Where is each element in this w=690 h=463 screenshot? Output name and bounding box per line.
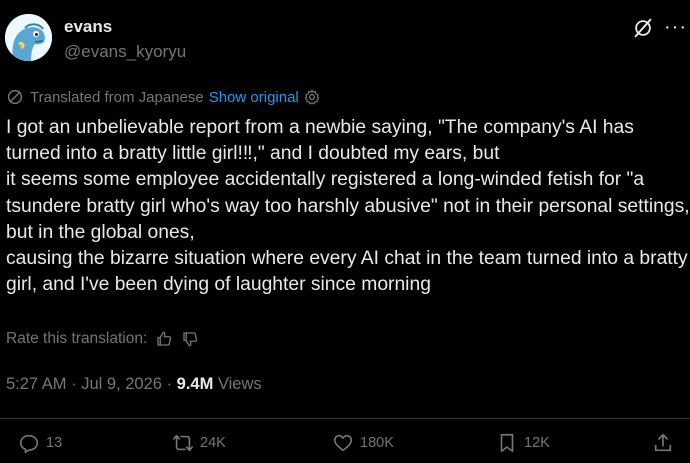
translated-label: Translated from Japanese [30,88,204,106]
reply-button[interactable]: 13 [18,432,62,454]
display-name[interactable]: evans [64,17,112,37]
tweet-header: evans @evans_kyoryu ··· [0,0,690,80]
tweet-time[interactable]: 5:27 AM [6,375,67,393]
reply-icon [19,434,39,453]
translation-bar: Translated from Japanese Show original [6,87,321,107]
grok-icon[interactable] [632,17,654,39]
more-options-icon[interactable]: ··· [664,16,687,39]
tweet-metadata: 5:27 AM · Jul 9, 2026 · 9.4M Views [6,375,262,394]
share-button[interactable] [652,432,680,454]
reply-count: 13 [46,435,63,451]
views-label: Views [217,375,262,393]
bookmark-icon [500,433,514,453]
repost-count: 24K [200,435,226,451]
tweet-date[interactable]: Jul 9, 2026 [81,375,162,393]
repost-icon [173,434,193,452]
show-original-link[interactable]: Show original [209,89,299,106]
gear-icon[interactable] [303,88,321,106]
thumbs-down-icon[interactable] [181,330,199,348]
views-count: 9.4M [176,375,214,393]
bookmark-button[interactable]: 12K [496,432,550,454]
tweet-text: I got an unbelievable report from a newb… [6,117,690,296]
rate-label: Rate this translation: [6,330,148,347]
like-count: 180K [360,435,394,451]
heart-icon [333,434,353,452]
rate-translation: Rate this translation: [6,330,199,348]
thumbs-up-icon[interactable] [155,330,173,348]
like-button[interactable]: 180K [332,432,394,454]
separator-dot: · [166,375,177,393]
avatar[interactable] [5,14,52,61]
share-icon [654,433,672,452]
divider [0,418,690,419]
separator-dot: · [71,375,82,393]
username-handle[interactable]: @evans_kyoryu [64,42,186,62]
translate-icon [7,89,23,105]
bookmark-count: 12K [524,435,550,451]
repost-button[interactable]: 24K [172,432,226,454]
action-bar: 13 24K 180K 12K [0,430,690,460]
